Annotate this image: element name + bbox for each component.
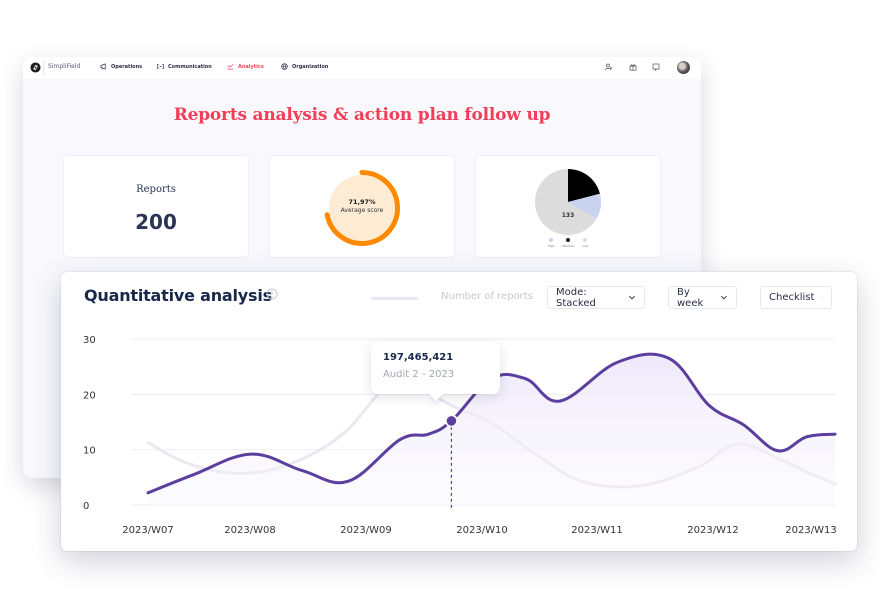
tooltip-value: 197,465,421 (383, 352, 454, 363)
legend-label: High (547, 244, 555, 248)
nav-item-organization[interactable]: Organization (281, 63, 328, 70)
legend-item-high[interactable]: High (547, 238, 555, 248)
x-tick-label: 2023/W11 (571, 525, 622, 536)
user-avatar[interactable] (677, 61, 690, 74)
reports-value: 200 (135, 210, 177, 234)
average-score-card: 71,97% Average score (269, 155, 455, 258)
reports-card: Reports 200 (63, 155, 249, 258)
simplifield-logo-icon[interactable] (30, 62, 41, 73)
tooltip-label: Audit 2 - 2023 (383, 369, 455, 380)
message-icon[interactable] (652, 63, 660, 71)
top-navbar: SimpliField Operations Communication Ana… (23, 57, 701, 79)
nav-item-operations[interactable]: Operations (100, 63, 142, 70)
x-tick-label: 2023/W12 (687, 525, 738, 536)
y-tick-label: 10 (83, 446, 96, 457)
line-chart: 0 10 20 30 2023/W07 2023/W08 2023/W09 2023/W10… (83, 335, 837, 536)
x-tick-label: 2023/W13 (785, 525, 836, 536)
user-add-icon[interactable] (605, 63, 613, 71)
x-tick-label: 2023/W10 (456, 525, 507, 536)
chart-tooltip: 197,465,421 Audit 2 - 2023 (371, 342, 500, 394)
legend-label: Low (582, 244, 589, 248)
legend-dot-icon (549, 238, 554, 242)
nav-label: Organization (292, 63, 329, 70)
priority-pie-chart (535, 169, 601, 235)
quantitative-analysis-card: Quantitative analysis Number of reports … (61, 272, 857, 551)
megaphone-icon (100, 63, 106, 70)
legend-label: Medium (562, 244, 575, 248)
nav-item-analytics[interactable]: Analytics (227, 63, 264, 70)
nav-label: Communication (168, 63, 212, 70)
average-score-value: 71,97% (348, 198, 376, 206)
nav-divider (43, 61, 44, 75)
brand-name: SimpliField (48, 63, 81, 70)
y-tick-label: 20 (83, 390, 96, 401)
legend-item-medium[interactable]: Medium (562, 238, 574, 248)
x-tick-label: 2023/W09 (340, 525, 391, 536)
legend-dot-icon (583, 238, 588, 242)
x-tick-label: 2023/W07 (122, 525, 173, 536)
legend-item-low[interactable]: Low (582, 238, 588, 248)
nav-label: Operations (111, 63, 143, 70)
y-tick-label: 30 (83, 335, 96, 346)
pie-center-label: 133 (561, 212, 575, 219)
analytics-icon (227, 64, 234, 70)
highlight-point[interactable] (446, 416, 457, 426)
average-score-label: Average score (340, 207, 384, 214)
legend-dot-icon (566, 238, 571, 242)
globe-icon (281, 63, 288, 70)
nav-item-communication[interactable]: Communication (157, 63, 212, 70)
reports-label: Reports (136, 184, 176, 195)
nav-label: Analytics (238, 63, 264, 70)
x-tick-label: 2023/W08 (224, 525, 275, 536)
page-title: Reports analysis & action plan follow up (173, 105, 551, 125)
priority-pie-card: 133 High Medium Low (475, 155, 661, 258)
y-tick-label: 0 (83, 501, 89, 512)
code-brackets-icon (157, 63, 164, 70)
gift-icon[interactable] (629, 63, 637, 71)
pie-legend: High Medium Low (476, 238, 660, 248)
